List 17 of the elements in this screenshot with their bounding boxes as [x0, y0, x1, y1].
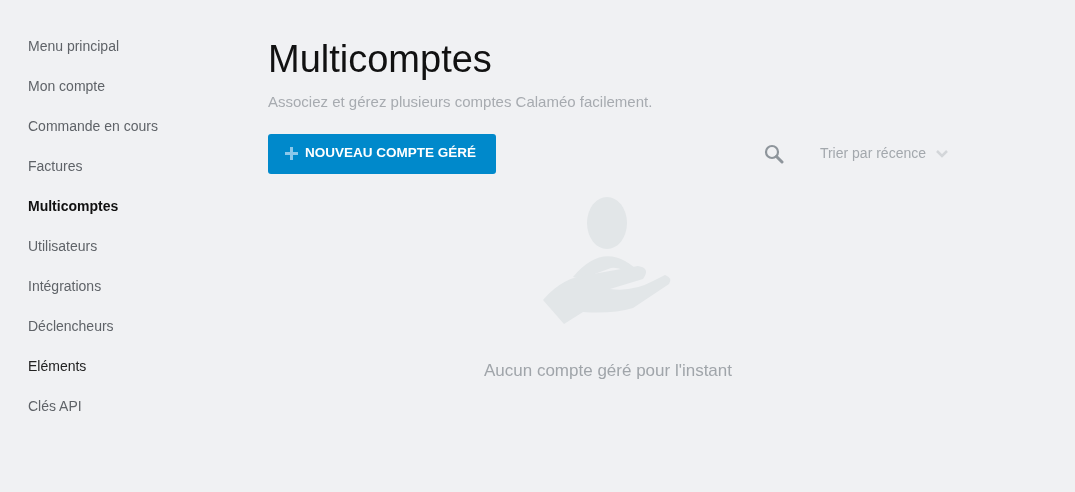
sidebar-item[interactable]: Mon compte — [28, 76, 106, 116]
sidebar-item[interactable]: Clés API — [28, 396, 82, 436]
chevron-down-icon — [936, 149, 948, 158]
sidebar-item[interactable]: Eléments — [28, 356, 87, 396]
search-icon[interactable] — [763, 143, 784, 164]
empty-state-message: Aucun compte géré pour l'instant — [484, 359, 732, 382]
sidebar-item[interactable]: Menu principal — [28, 36, 120, 76]
sidebar-item[interactable]: Commande en cours — [28, 116, 158, 156]
sidebar-item[interactable]: Factures — [28, 156, 83, 196]
sidebar-item[interactable]: Déclencheurs — [28, 316, 114, 356]
sidebar-item[interactable]: Utilisateurs — [28, 236, 98, 276]
page-subtitle: Associez et gérez plusieurs comptes Calaméo facilement. — [268, 92, 654, 112]
sidebar-item[interactable]: Intégrations — [28, 276, 102, 316]
plus-icon — [285, 147, 298, 160]
new-account-button[interactable]: NOUVEAU COMPTE GÉRÉ — [268, 133, 497, 174]
page-title: Multicomptes — [268, 37, 493, 82]
sidebar-item[interactable]: Multicomptes — [28, 196, 119, 236]
